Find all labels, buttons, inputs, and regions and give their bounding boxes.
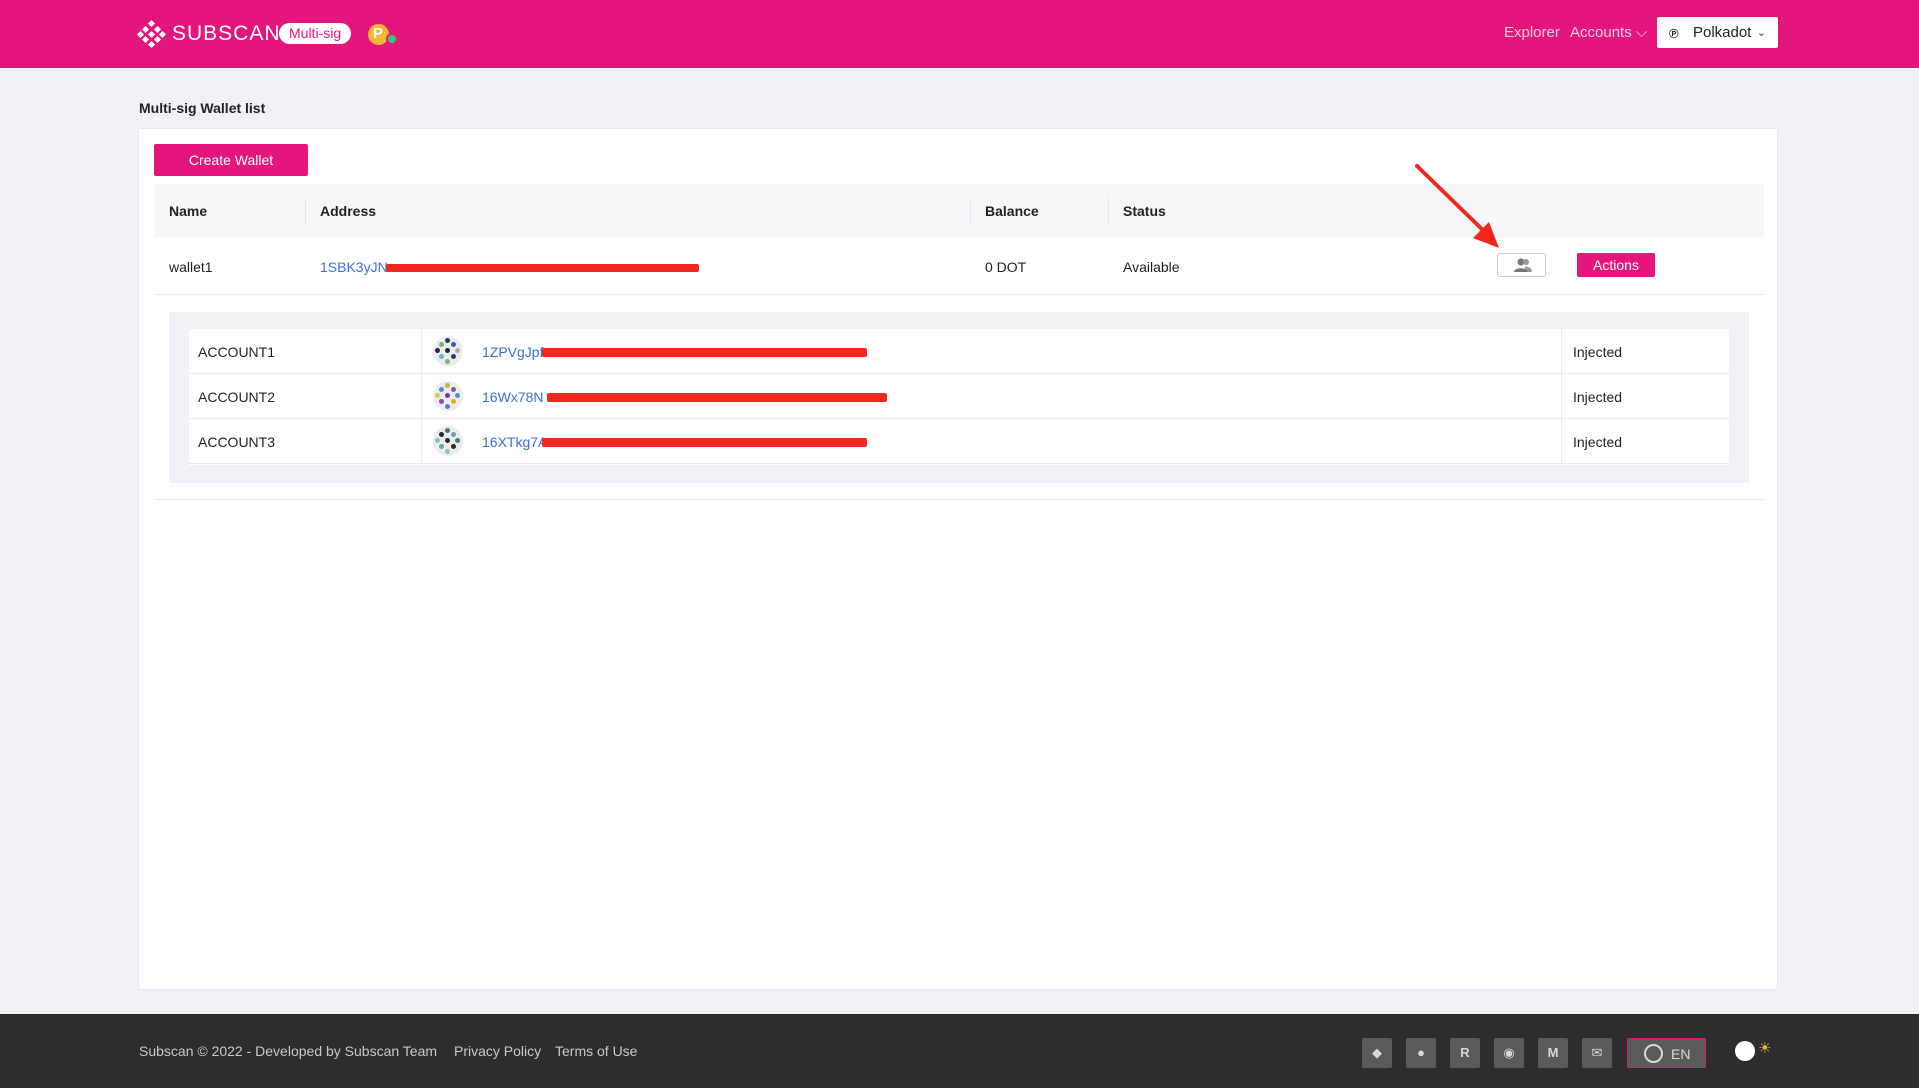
member-address-link[interactable]: 1ZPVgJpf	[482, 344, 543, 360]
member-row: ACCOUNT2 16Wx78N Injected	[189, 374, 1729, 419]
column-status: Status	[1123, 203, 1166, 219]
logo-text: SUBSCAN	[172, 22, 281, 45]
twitter-icon[interactable]: ●	[1406, 1038, 1436, 1068]
identicon-avatar	[433, 381, 463, 411]
cell-divider	[1561, 419, 1562, 464]
table-bottom-divider	[154, 499, 1764, 500]
table-row[interactable]: wallet1 1SBK3yJN 0 DOT Available Actions	[154, 239, 1764, 295]
actions-button[interactable]: Actions	[1577, 253, 1655, 277]
cell-divider	[421, 419, 422, 464]
chevron-down-icon: ⌄	[1756, 27, 1766, 39]
page-footer: Subscan © 2022 - Developed by Subscan Te…	[0, 1014, 1919, 1088]
member-source: Injected	[1573, 434, 1623, 450]
wallet-address-link[interactable]: 1SBK3yJN	[320, 259, 388, 275]
subscan-logo[interactable]: SUBSCAN	[136, 19, 281, 49]
theme-toggle[interactable]	[1735, 1041, 1755, 1061]
create-wallet-button[interactable]: Create Wallet	[154, 144, 308, 176]
member-name: ACCOUNT1	[198, 344, 276, 360]
cell-divider	[421, 374, 422, 419]
column-name: Name	[169, 203, 208, 219]
identicon-avatar	[433, 336, 463, 366]
sun-icon: ☀	[1758, 1040, 1772, 1057]
email-icon[interactable]: ✉	[1582, 1038, 1612, 1068]
column-divider	[970, 198, 971, 224]
members-panel: ACCOUNT1 1ZPVgJpf Injected ACCOUNT2 16Wx…	[169, 312, 1749, 483]
member-row: ACCOUNT3 16XTkg7A Injected	[189, 419, 1729, 464]
privacy-policy-link[interactable]: Privacy Policy	[454, 1043, 541, 1059]
table-header: Name Address Balance Status	[154, 184, 1764, 238]
network-select[interactable]: ℗ Polkadot ⌄	[1657, 17, 1778, 48]
nav-accounts-label: Accounts	[1570, 24, 1632, 41]
footer-copyright: Subscan © 2022 - Developed by Subscan Te…	[139, 1043, 438, 1059]
language-select[interactable]: EN	[1627, 1038, 1706, 1068]
member-address-link[interactable]: 16XTkg7A	[482, 434, 547, 450]
member-name: ACCOUNT3	[198, 434, 276, 450]
multisig-badge: Multi-sig	[279, 23, 352, 44]
member-source: Injected	[1573, 344, 1623, 360]
member-address-link[interactable]: 16Wx78N	[482, 389, 543, 405]
wallet-balance: 0 DOT	[985, 259, 1027, 275]
medium-icon[interactable]: M	[1538, 1038, 1568, 1068]
riot-icon[interactable]: R	[1450, 1038, 1480, 1068]
network-label: Polkadot	[1693, 24, 1752, 41]
wallet-status: Available	[1123, 259, 1180, 275]
language-label: EN	[1671, 1046, 1691, 1062]
chevron-down-icon: ⌵	[1631, 24, 1648, 41]
show-members-button[interactable]	[1497, 253, 1546, 277]
globe-icon	[1644, 1044, 1663, 1063]
members-table: ACCOUNT1 1ZPVgJpf Injected ACCOUNT2 16Wx…	[189, 329, 1729, 465]
github-icon[interactable]: ◉	[1494, 1038, 1524, 1068]
terms-of-use-link[interactable]: Terms of Use	[555, 1043, 637, 1059]
wallet-list-card: Create Wallet Name Address Balance Statu…	[138, 128, 1778, 990]
redaction-mark	[542, 348, 867, 357]
redaction-mark	[542, 438, 867, 447]
annotation-arrow-icon	[1415, 164, 1499, 248]
page-title: Multi-sig Wallet list	[139, 100, 266, 116]
cell-divider	[1561, 374, 1562, 419]
column-divider	[305, 198, 306, 224]
member-row: ACCOUNT1 1ZPVgJpf Injected	[189, 329, 1729, 374]
wallet-name: wallet1	[169, 259, 213, 275]
column-divider	[1108, 198, 1109, 224]
cell-divider	[1561, 329, 1562, 374]
member-source: Injected	[1573, 389, 1623, 405]
cell-divider	[421, 329, 422, 374]
redaction-mark	[547, 393, 887, 402]
subscan-logo-icon	[136, 19, 167, 49]
users-icon	[1514, 258, 1532, 272]
nav-explorer-link[interactable]: Explorer	[1504, 24, 1560, 41]
element-icon[interactable]: ◆	[1362, 1038, 1392, 1068]
member-name: ACCOUNT2	[198, 389, 276, 405]
redaction-mark	[386, 264, 699, 272]
nav-accounts-menu[interactable]: Accounts ⌵	[1570, 24, 1647, 41]
identicon-avatar	[433, 426, 463, 456]
column-balance: Balance	[985, 203, 1039, 219]
polkadot-icon: ℗	[1669, 25, 1679, 41]
connected-check-icon	[386, 33, 398, 45]
column-address: Address	[320, 203, 377, 219]
top-header: SUBSCAN Multi-sig P Explorer Accounts ⌵ …	[0, 0, 1919, 68]
